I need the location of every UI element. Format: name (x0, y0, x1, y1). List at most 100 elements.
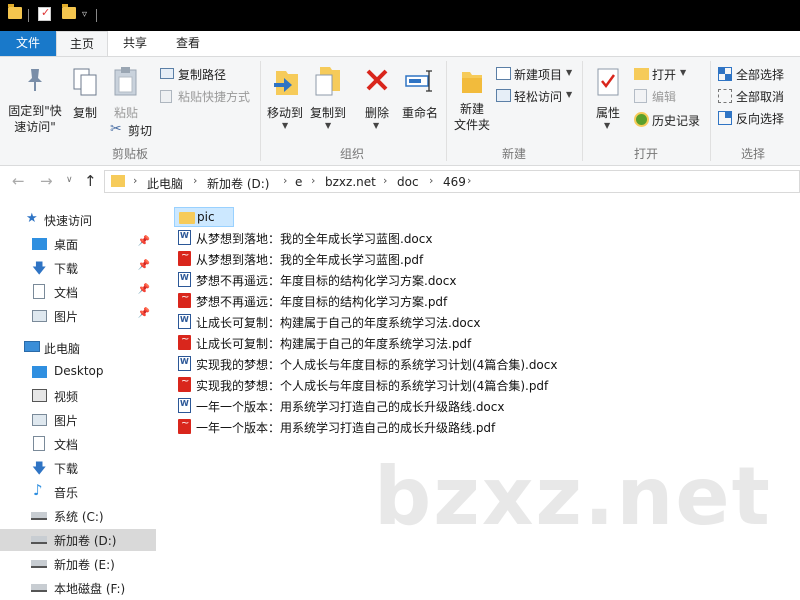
invert-selection-button[interactable]: 反向选择 (716, 109, 800, 127)
breadcrumb-doc[interactable]: doc (397, 175, 419, 189)
nav-drive-c[interactable]: 系统 (C:) (0, 505, 156, 527)
nav-drive-e[interactable]: 新加卷 (E:) (0, 553, 156, 575)
picture-icon (32, 310, 47, 322)
copy-to-button[interactable]: 复制到 ▼ (306, 61, 350, 133)
tab-view[interactable]: 查看 (162, 31, 214, 56)
tab-home[interactable]: 主页 (56, 31, 108, 57)
nav-quick-desktop-label: 桌面 (54, 238, 79, 252)
list-item[interactable]: 从梦想到落地：我的全年成长学习蓝图.docx (174, 228, 474, 248)
list-item[interactable]: 梦想不再遥远：年度目标的结构化学习方案.pdf (174, 291, 474, 311)
forward-arrow-icon[interactable]: → (40, 172, 53, 190)
breadcrumb-drive-d[interactable]: 新加卷 (D:) (207, 175, 269, 192)
nav-quick-access[interactable]: ★ 快速访问 (0, 209, 156, 231)
customize-toolbar-icon[interactable]: ▿ (82, 9, 87, 20)
list-item[interactable]: 一年一个版本：用系统学习打造自己的成长升级路线.docx (174, 396, 514, 416)
list-item[interactable]: 实现我的梦想：个人成长与年度目标的系统学习计划(4篇合集).pdf (174, 375, 564, 395)
pin-quick-access-button[interactable]: 固定到"快速访问" (4, 61, 66, 139)
edit-button[interactable]: 编辑 (632, 87, 706, 105)
list-item[interactable]: 让成长可复制：构建属于自己的年度系统学习法.pdf (174, 333, 494, 353)
drive-icon (31, 536, 47, 544)
chevron-right-icon[interactable]: › (429, 174, 433, 187)
ribbon-tabs: 文件 主页 共享 查看 (0, 31, 800, 57)
cut-button[interactable]: ✂ 剪切 (108, 121, 168, 139)
copy-button[interactable]: 复制 (66, 61, 104, 131)
breadcrumb-bzxz[interactable]: bzxz.net (325, 175, 376, 189)
chevron-right-icon[interactable]: › (383, 174, 387, 187)
rename-button[interactable]: 重命名 (398, 61, 442, 133)
divider (446, 61, 447, 161)
recent-locations-chevron-icon[interactable]: ∨ (66, 175, 73, 185)
list-item-folder-pic[interactable]: pic (174, 207, 234, 227)
nav-drive-f[interactable]: 本地磁盘 (F:) (0, 577, 156, 599)
breadcrumb-469[interactable]: 469 (443, 175, 466, 189)
list-item[interactable]: 梦想不再遥远：年度目标的结构化学习方案.docx (174, 270, 474, 290)
copy-path-label: 复制路径 (178, 68, 227, 82)
open-button[interactable]: 打开 ▼ (632, 65, 706, 83)
history-label: 历史记录 (652, 114, 701, 128)
download-arrow-icon: 🡇 (32, 261, 47, 277)
nav-drive-d[interactable]: 新加卷 (D:) (0, 529, 156, 551)
nav-pc-videos[interactable]: 视频 (0, 385, 156, 407)
invert-selection-icon (718, 111, 732, 125)
star-icon: ★ (26, 211, 38, 226)
address-input[interactable]: › 此电脑 › 新加卷 (D:) › e › bzxz.net › doc › … (104, 170, 800, 193)
pin-icon (28, 69, 42, 91)
up-arrow-icon[interactable]: ↑ (84, 172, 97, 190)
breadcrumb-this-pc[interactable]: 此电脑 (147, 175, 183, 192)
word-document-icon (178, 230, 191, 245)
chevron-right-icon[interactable]: › (467, 174, 471, 187)
new-folder-button[interactable]: 新建 文件夹 (450, 61, 494, 141)
chevron-down-icon: ▼ (325, 121, 332, 130)
pin-icon: 📌 (137, 308, 150, 319)
nav-quick-documents[interactable]: 文档 📌 (0, 281, 156, 303)
delete-icon (366, 69, 388, 91)
file-name: 从梦想到落地：我的全年成长学习蓝图.docx (196, 232, 433, 246)
rename-icon (405, 70, 432, 92)
easy-access-button[interactable]: 轻松访问 ▼ (494, 87, 578, 105)
tab-file[interactable]: 文件 (0, 31, 56, 56)
properties-button[interactable]: 属性 ▼ (588, 61, 628, 133)
divider (28, 9, 29, 22)
nav-quick-pictures[interactable]: 图片 📌 (0, 305, 156, 327)
breadcrumb-e[interactable]: e (295, 175, 302, 189)
new-item-button[interactable]: 新建项目 ▼ (494, 65, 578, 83)
nav-quick-downloads-label: 下载 (54, 262, 79, 276)
new-folder-icon[interactable] (62, 4, 76, 19)
file-name: 一年一个版本：用系统学习打造自己的成长升级路线.docx (196, 400, 505, 414)
nav-this-pc[interactable]: 此电脑 (0, 337, 156, 359)
nav-pc-desktop[interactable]: Desktop (0, 361, 156, 383)
nav-pc-desktop-label: Desktop (54, 364, 104, 378)
pdf-icon (178, 292, 191, 308)
chevron-right-icon[interactable]: › (311, 174, 315, 187)
list-item[interactable]: 一年一个版本：用系统学习打造自己的成长升级路线.pdf (174, 417, 514, 437)
chevron-right-icon[interactable]: › (193, 174, 197, 187)
word-document-icon (178, 272, 191, 287)
back-arrow-icon[interactable]: ← (12, 172, 25, 190)
nav-pc-downloads[interactable]: 🡇 下载 (0, 457, 156, 479)
nav-quick-desktop[interactable]: 桌面 📌 (0, 233, 156, 255)
list-item[interactable]: 从梦想到落地：我的全年成长学习蓝图.pdf (174, 249, 474, 269)
select-all-icon (718, 67, 732, 81)
open-icon (634, 68, 649, 80)
list-item[interactable]: 让成长可复制：构建属于自己的年度系统学习法.docx (174, 312, 494, 332)
nav-pc-pictures[interactable]: 图片 (0, 409, 156, 431)
copy-path-button[interactable]: 复制路径 (158, 65, 254, 83)
select-all-button[interactable]: 全部选择 (716, 65, 800, 83)
move-to-button[interactable]: 移动到 ▼ (264, 61, 306, 133)
select-none-button[interactable]: 全部取消 (716, 87, 800, 105)
chevron-right-icon[interactable]: › (133, 174, 137, 187)
tab-share[interactable]: 共享 (110, 31, 160, 56)
list-item[interactable]: 实现我的梦想：个人成长与年度目标的系统学习计划(4篇合集).docx (174, 354, 564, 374)
history-button[interactable]: 历史记录 (632, 111, 712, 129)
folder-icon[interactable] (8, 4, 22, 19)
paste-shortcut-button[interactable]: 粘贴快捷方式 (158, 87, 254, 105)
chevron-down-icon: ▼ (604, 121, 611, 130)
title-bar: ✓ ▿ (0, 0, 800, 31)
chevron-right-icon[interactable]: › (283, 174, 287, 187)
nav-pc-documents[interactable]: 文档 (0, 433, 156, 455)
delete-button[interactable]: 删除 ▼ (360, 61, 394, 133)
nav-pc-music[interactable]: ♪ 音乐 (0, 481, 156, 503)
document-icon (33, 436, 45, 451)
properties-icon[interactable]: ✓ (38, 6, 51, 21)
nav-quick-downloads[interactable]: 🡇 下载 📌 (0, 257, 156, 279)
